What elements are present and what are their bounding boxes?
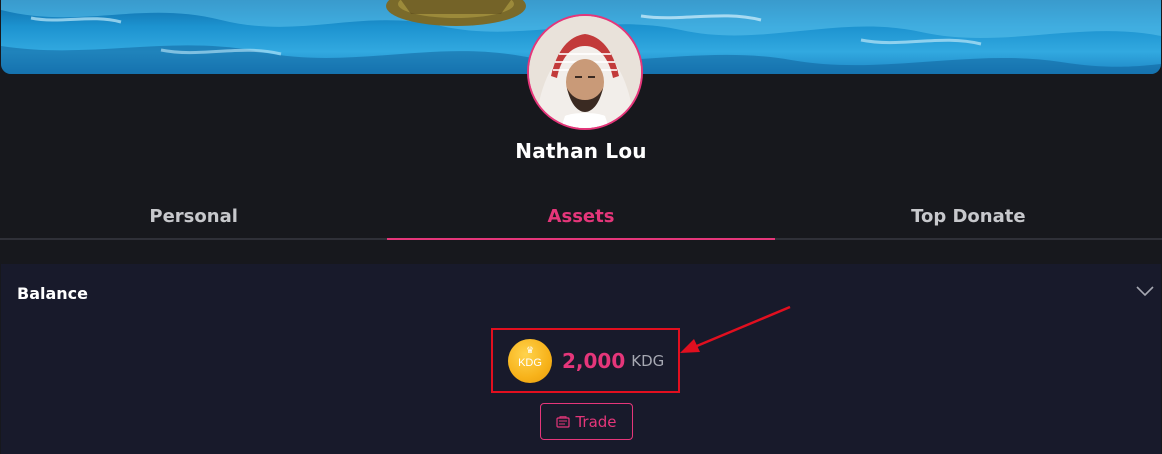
profile-page: Nathan Lou Personal Assets Top Donate Ba… <box>0 0 1162 454</box>
trade-button-label: Trade <box>575 412 617 431</box>
coin-badge-text: KDG <box>518 356 542 369</box>
tab-assets[interactable]: Assets <box>387 196 775 240</box>
trade-icon <box>556 415 571 428</box>
trade-button[interactable]: Trade <box>540 403 633 440</box>
balance-highlight-box: ♛ KDG 2,000 KDG <box>491 328 680 393</box>
chevron-down-icon[interactable] <box>1135 284 1155 298</box>
profile-name: Nathan Lou <box>515 139 647 163</box>
tab-top-donate[interactable]: Top Donate <box>775 196 1162 238</box>
balance-title: Balance <box>17 284 88 303</box>
profile-tabs: Personal Assets Top Donate <box>0 196 1162 240</box>
balance-panel: Balance ♛ KDG 2,000 KDG Trade <box>1 264 1161 454</box>
balance-unit: KDG <box>631 351 665 370</box>
tab-personal[interactable]: Personal <box>0 196 387 238</box>
crown-icon: ♛ <box>525 345 535 356</box>
kdg-coin-icon: ♛ KDG <box>508 338 552 383</box>
avatar[interactable] <box>527 14 643 130</box>
balance-amount: 2,000 <box>562 348 626 373</box>
